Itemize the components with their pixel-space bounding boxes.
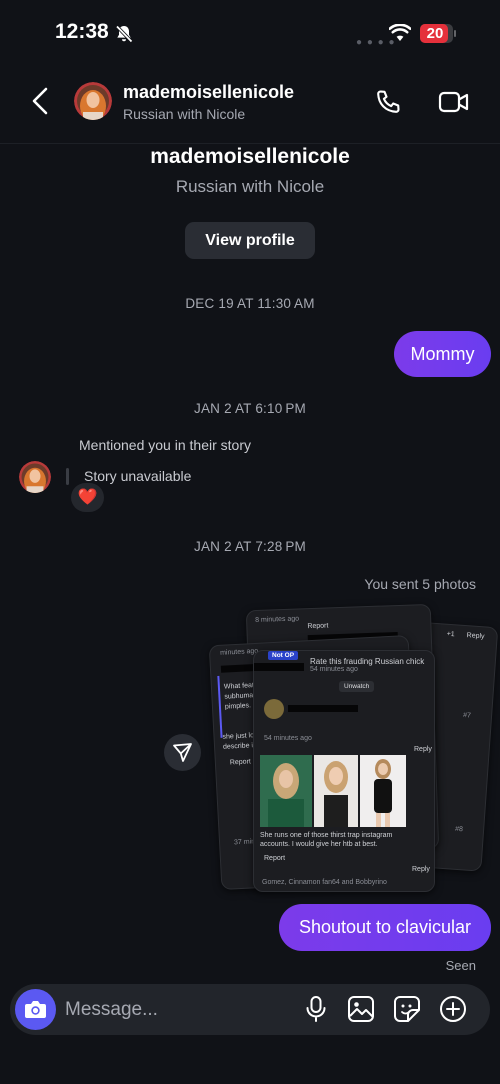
phone-call-icon[interactable] xyxy=(374,88,402,116)
seen-indicator: Seen xyxy=(445,958,476,973)
photo-thumbnail xyxy=(314,755,358,827)
story-quote-bar xyxy=(66,468,69,485)
sender-avatar[interactable] xyxy=(19,461,51,493)
gallery-icon[interactable] xyxy=(346,994,376,1024)
not-op-badge: Not OP xyxy=(268,651,299,660)
status-time: 12:38 xyxy=(55,20,109,43)
sent-photos-label: You sent 5 photos xyxy=(364,576,476,592)
battery-percent: 20 xyxy=(426,25,444,42)
plus-icon[interactable] xyxy=(438,994,468,1024)
header-username[interactable]: mademoisellenicole xyxy=(123,82,294,103)
video-call-icon[interactable] xyxy=(438,88,470,116)
message-input[interactable] xyxy=(65,992,295,1027)
photo-attachment[interactable]: Not OP Rate this frauding Russian chick … xyxy=(253,650,435,892)
heart-reaction[interactable]: ❤️ xyxy=(71,483,104,512)
microphone-icon[interactable] xyxy=(301,994,331,1024)
camera-button[interactable] xyxy=(15,989,56,1030)
photo-thumbnail xyxy=(260,755,312,827)
heart-icon: ❤️ xyxy=(77,489,98,506)
chat-header: mademoisellenicole Russian with Nicole xyxy=(0,68,500,144)
back-button[interactable] xyxy=(28,86,54,116)
profile-subtitle: Russian with Nicole xyxy=(175,177,325,196)
camera-icon xyxy=(25,1001,46,1018)
profile-name: mademoisellenicole xyxy=(150,145,350,168)
wifi-icon xyxy=(389,24,411,41)
reply-link: Reply xyxy=(466,632,485,641)
story-mention-label: Mentioned you in their story xyxy=(79,437,251,453)
view-profile-button[interactable]: View profile xyxy=(185,222,315,259)
timestamp: DEC 19 AT 11:30 AM xyxy=(185,296,315,311)
avatar[interactable] xyxy=(74,82,112,120)
send-icon xyxy=(173,743,192,762)
unwatch-button: Unwatch xyxy=(339,681,375,692)
header-subtitle: Russian with Nicole xyxy=(123,106,246,122)
timestamp: JAN 2 AT 7:28 PM xyxy=(194,539,306,554)
avatar-image xyxy=(19,461,51,493)
upvote-count: +1 xyxy=(446,630,455,639)
sticker-icon[interactable] xyxy=(392,994,422,1024)
battery-indicator: 20 xyxy=(420,24,456,43)
message-composer xyxy=(10,984,490,1035)
bell-muted-icon xyxy=(115,25,133,43)
story-unavailable-text[interactable]: Story unavailable xyxy=(84,468,191,484)
sent-message-bubble[interactable]: Mommy xyxy=(394,331,491,377)
sent-message-bubble[interactable]: Shoutout to clavicular xyxy=(279,904,491,951)
status-bar: 12:38 ● ● ● ● 20 xyxy=(0,0,500,60)
share-button[interactable] xyxy=(164,734,201,771)
report-link: Report xyxy=(307,622,329,631)
timestamp: JAN 2 AT 6:10 PM xyxy=(194,401,306,416)
photo-thumbnail xyxy=(360,755,406,827)
avatar-image xyxy=(74,82,112,120)
